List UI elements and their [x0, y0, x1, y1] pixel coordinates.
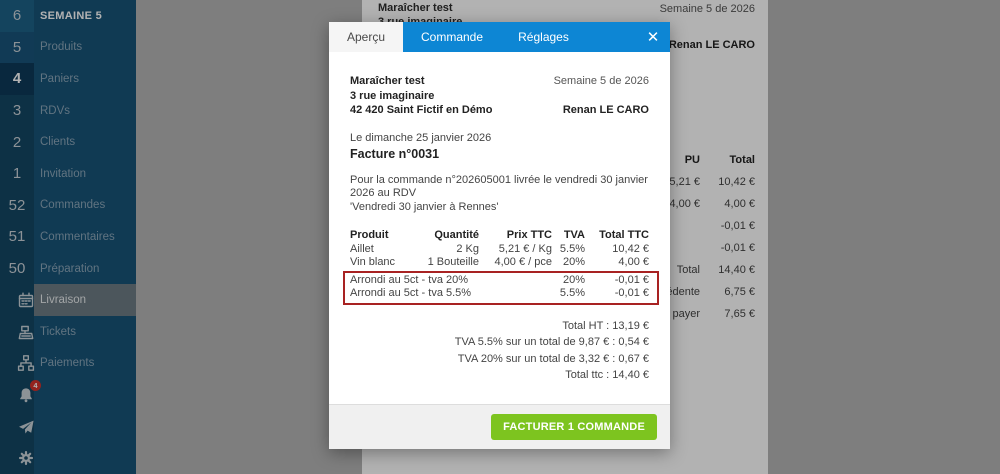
cell-quantite [410, 274, 479, 288]
cell-tva: TVA [552, 229, 585, 243]
cell-total-ttc: 10,42 € [585, 243, 649, 257]
invoice-date: Le dimanche 25 janvier 2026 [350, 132, 649, 144]
invoice-table-row: Aillet2 Kg5,21 € / Kg5.5%10,42 € [350, 243, 649, 257]
cell-total-ttc: 4,00 € [585, 256, 649, 270]
order-description-line-2: 'Vendredi 30 janvier à Rennes' [350, 201, 649, 215]
invoice-table: ProduitQuantitéPrix TTCTVATotal TTCAille… [350, 229, 649, 305]
cell-tva: 20% [552, 256, 585, 270]
rounding-highlight-box: Arrondi au 5ct - tva 20%20%-0,01 €Arrond… [343, 271, 659, 305]
cell-produit: Vin blanc [350, 256, 410, 270]
cell-produit: Arrondi au 5ct - tva 20% [350, 274, 410, 288]
week-label: Semaine 5 de 2026 [554, 74, 649, 89]
customer-name: Renan LE CARO [563, 103, 649, 118]
cell-tva: 20% [552, 274, 585, 288]
tab-commande[interactable]: Commande [403, 22, 501, 52]
tab-reglages[interactable]: Réglages [501, 22, 586, 52]
total-line: Total ttc : 14,40 € [350, 367, 649, 384]
order-description: Pour la commande n°202605001 livrée le v… [350, 174, 649, 215]
facturer-button[interactable]: FACTURER 1 COMMANDE [491, 414, 657, 440]
cell-tva: 5.5% [552, 243, 585, 257]
cell-prix-ttc: 4,00 € / pce [479, 256, 552, 270]
invoice-table-row: Arrondi au 5ct - tva 5.5% 5.5%-0,01 € [350, 287, 649, 301]
cell-prix-ttc [479, 274, 552, 288]
total-line: TVA 5.5% sur un total de 9,87 € : 0,54 € [350, 334, 649, 351]
total-line: Total HT : 13,19 € [350, 318, 649, 335]
invoice-preview: Maraîcher test 3 rue imaginaire 42 420 S… [329, 52, 670, 404]
cell-tva: 5.5% [552, 287, 585, 301]
cell-total-ttc: Total TTC [585, 229, 649, 243]
invoice-table-header: ProduitQuantitéPrix TTCTVATotal TTC [350, 229, 649, 243]
cell-total-ttc: -0,01 € [585, 274, 649, 288]
invoice-number: Facture n°0031 [350, 147, 649, 161]
invoice-table-row: Vin blanc1 Bouteille4,00 € / pce20%4,00 … [350, 256, 649, 270]
invoice-totals: Total HT : 13,19 €TVA 5.5% sur un total … [350, 318, 649, 398]
cell-produit: Produit [350, 229, 410, 243]
cell-prix-ttc: Prix TTC [479, 229, 552, 243]
total-line: TVA 20% sur un total de 3,32 € : 0,67 € [350, 351, 649, 368]
cell-prix-ttc: 5,21 € / Kg [479, 243, 552, 257]
cell-produit: Aillet [350, 243, 410, 257]
order-description-line-1: Pour la commande n°202605001 livrée le v… [350, 174, 649, 201]
invoice-modal: AperçuCommandeRéglages ✕ Maraîcher test 3… [329, 22, 670, 449]
cell-total-ttc: -0,01 € [585, 287, 649, 301]
cell-quantite: Quantité [410, 229, 479, 243]
tab-apercu[interactable]: Aperçu [329, 22, 403, 52]
close-icon[interactable]: ✕ [636, 22, 670, 52]
modal-tabbar: AperçuCommandeRéglages ✕ [329, 22, 670, 52]
invoice-header: Maraîcher test 3 rue imaginaire 42 420 S… [350, 74, 649, 118]
cell-quantite: 2 Kg [410, 243, 479, 257]
cell-produit: Arrondi au 5ct - tva 5.5% [350, 287, 410, 301]
cell-quantite: 1 Bouteille [410, 256, 479, 270]
cell-quantite [410, 287, 479, 301]
modal-footer: FACTURER 1 COMMANDE [329, 404, 670, 449]
invoice-table-row: Arrondi au 5ct - tva 20% 20%-0,01 € [350, 274, 649, 288]
seller-address-1: 3 rue imaginaire [350, 89, 649, 104]
cell-prix-ttc [479, 287, 552, 301]
